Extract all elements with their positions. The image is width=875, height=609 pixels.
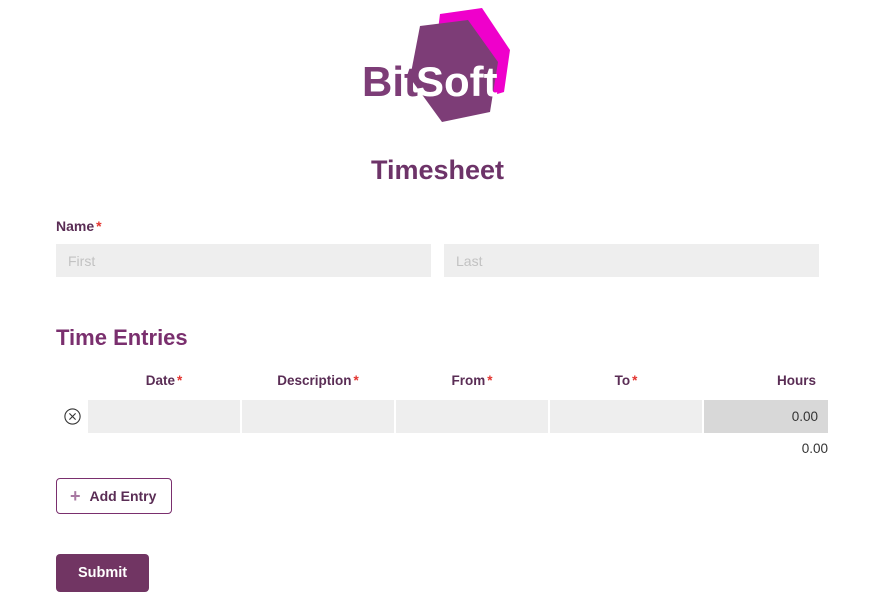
total-spacer-description [242, 433, 394, 456]
from-input[interactable] [396, 400, 548, 433]
name-field-label: Name * [56, 218, 819, 234]
plus-icon: + [70, 486, 81, 506]
table-header: Date * Description * From * To * Hours [58, 373, 828, 400]
header-description: Description * [242, 373, 394, 400]
to-input[interactable] [550, 400, 702, 433]
name-label-text: Name [56, 218, 95, 234]
table-row [58, 400, 828, 433]
add-entry-button[interactable]: + Add Entry [56, 478, 173, 514]
form-body: Name* Time Entries [56, 218, 828, 592]
to-cell [550, 400, 702, 433]
name-required-marker: * [96, 218, 102, 234]
time-entries-heading: Time Entries [56, 325, 188, 350]
header-date-label: Date [145, 373, 175, 388]
description-cell [242, 400, 394, 433]
add-entry-label: Add Entry [89, 488, 157, 504]
first-name-input[interactable] [56, 244, 431, 277]
last-name-input[interactable] [444, 244, 819, 277]
remove-entry-cell [58, 400, 86, 433]
header-to-label: To [614, 373, 631, 388]
last-name-col [444, 244, 819, 277]
remove-circle-icon[interactable] [63, 408, 81, 425]
logo-text-soft: Soft [416, 58, 498, 105]
total-spacer-date [88, 433, 240, 456]
from-cell [396, 400, 548, 433]
header-hours: Hours [704, 373, 828, 400]
header-hours-label: Hours [776, 373, 816, 388]
header-to-required: * [632, 373, 638, 388]
header-from: From * [396, 373, 548, 400]
timesheet-form-page: Bit Soft Timesheet Name* Time Entries [0, 0, 875, 609]
total-spacer-to [550, 433, 702, 456]
logo-text-bit: Bit [362, 58, 418, 105]
description-input[interactable] [242, 400, 394, 433]
total-hours-value: 0.00 [801, 441, 828, 456]
header-remove [58, 373, 86, 400]
hours-input [704, 400, 828, 433]
header-date: Date * [88, 373, 240, 400]
header-description-required: * [353, 373, 359, 388]
bitsoft-logo: Bit Soft [358, 8, 518, 130]
first-name-col [56, 244, 431, 277]
hours-cell [704, 400, 828, 433]
brand-logo-area: Bit Soft [0, 0, 875, 140]
header-to: To * [550, 373, 702, 400]
total-spacer-remove [58, 433, 86, 456]
header-from-label: From [451, 373, 486, 388]
header-date-required: * [177, 373, 183, 388]
header-description-label: Description [277, 373, 352, 388]
total-spacer-from [396, 433, 548, 456]
submit-button[interactable]: Submit [56, 554, 150, 592]
table-total-row: 0.00 [58, 433, 828, 456]
table-header-row: Date * Description * From * To * Hours [58, 373, 828, 400]
date-input[interactable] [88, 400, 240, 433]
time-entries-table: Date * Description * From * To * Hours 0… [56, 373, 830, 456]
name-row [56, 244, 819, 277]
table-body: 0.00 [58, 400, 828, 456]
date-cell [88, 400, 240, 433]
page-title: Timesheet [370, 155, 505, 185]
header-from-required: * [487, 373, 493, 388]
